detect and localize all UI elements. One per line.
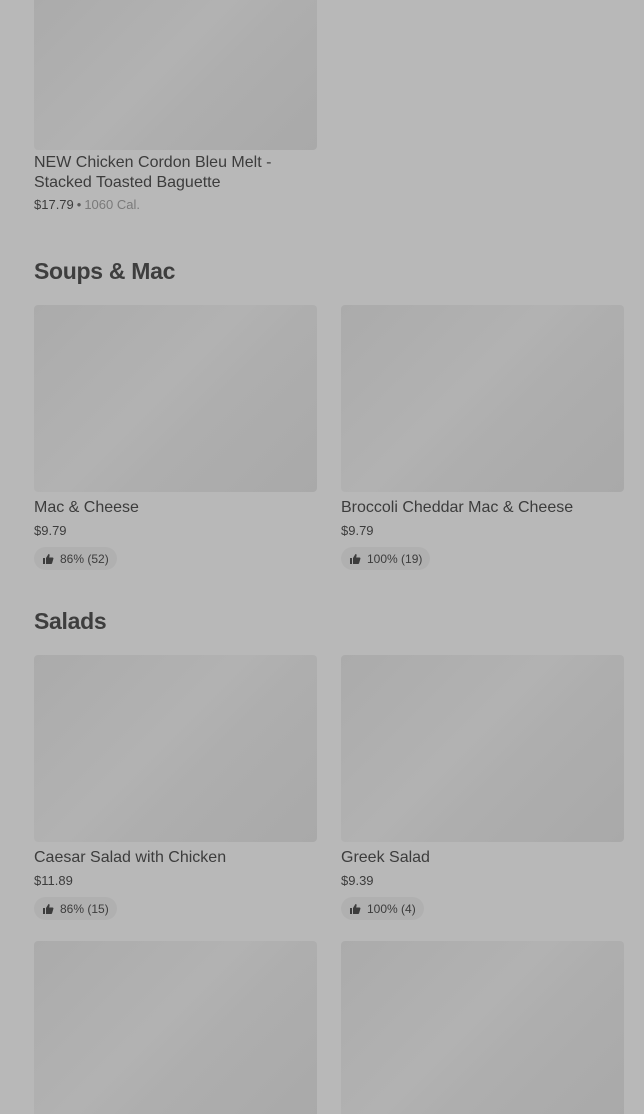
- section-heading-soups-mac: Soups & Mac: [34, 258, 176, 284]
- menu-item-image[interactable]: [34, 0, 317, 150]
- menu-item-card-broccoli-mac[interactable]: Broccoli Cheddar Mac & Cheese $9.79 100%…: [341, 305, 624, 570]
- rating-text: 86% (15): [60, 901, 109, 916]
- section-heading-salads: Salads: [34, 608, 107, 634]
- menu-item-image[interactable]: [341, 941, 624, 1114]
- rating-badge: 86% (15): [34, 897, 117, 920]
- thumbs-up-icon: [43, 553, 54, 564]
- menu-item-name: Greek Salad: [341, 849, 430, 866]
- separator: •: [76, 197, 82, 212]
- menu-item-image[interactable]: [341, 655, 624, 842]
- rating-badge: 100% (19): [341, 547, 431, 570]
- menu-item-price: $9.79: [34, 523, 67, 538]
- menu-item-card-cordon-bleu[interactable]: NEW Chicken Cordon Bleu Melt - Stacked T…: [34, 0, 317, 213]
- menu-item-price-row: $17.79 • 1060 Cal.: [34, 197, 317, 213]
- thumbs-up-icon: [43, 903, 54, 914]
- menu-item-name: Mac & Cheese: [34, 499, 139, 516]
- menu-item-card-partial-left[interactable]: [34, 941, 317, 1114]
- menu-item-image[interactable]: [34, 655, 317, 842]
- menu-item-name: NEW Chicken Cordon Bleu Melt - Stacked T…: [34, 154, 272, 191]
- menu-item-image[interactable]: [34, 941, 317, 1114]
- menu-item-calories: 1060 Cal.: [84, 197, 140, 212]
- menu-item-price: $9.79: [341, 523, 374, 538]
- menu-item-price: $17.79: [34, 197, 74, 212]
- thumbs-up-icon: [350, 903, 361, 914]
- menu-item-image[interactable]: [34, 305, 317, 492]
- menu-page: NEW Chicken Cordon Bleu Melt - Stacked T…: [0, 0, 644, 1114]
- rating-text: 100% (19): [367, 551, 423, 566]
- menu-item-price: $9.39: [341, 873, 374, 888]
- menu-item-image[interactable]: [341, 305, 624, 492]
- rating-text: 100% (4): [367, 901, 416, 916]
- menu-item-name: Broccoli Cheddar Mac & Cheese: [341, 499, 574, 516]
- menu-item-card-greek[interactable]: Greek Salad $9.39 100% (4): [341, 655, 624, 920]
- rating-text: 86% (52): [60, 551, 109, 566]
- menu-item-card-caesar[interactable]: Caesar Salad with Chicken $11.89 86% (15…: [34, 655, 317, 920]
- rating-badge: 86% (52): [34, 547, 117, 570]
- thumbs-up-icon: [350, 553, 361, 564]
- rating-badge: 100% (4): [341, 897, 424, 920]
- menu-item-price: $11.89: [34, 873, 73, 888]
- menu-item-card-partial-right[interactable]: [341, 941, 624, 1114]
- menu-item-name: Caesar Salad with Chicken: [34, 849, 227, 866]
- menu-item-card-mac-cheese[interactable]: Mac & Cheese $9.79 86% (52): [34, 305, 317, 570]
